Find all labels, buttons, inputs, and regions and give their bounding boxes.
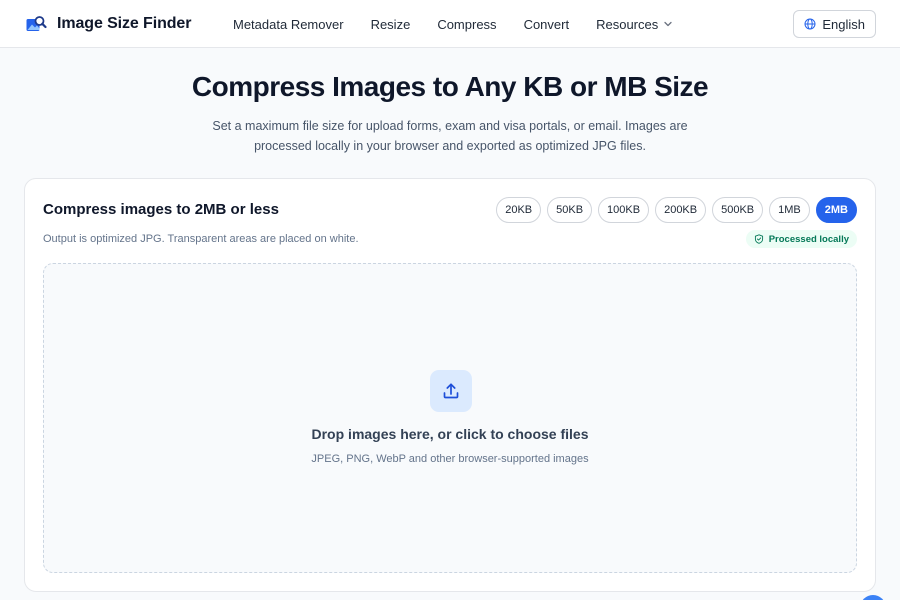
top-header: Image Size Finder Metadata Remover Resiz…	[0, 0, 900, 48]
nav-convert[interactable]: Convert	[524, 17, 570, 32]
file-dropzone[interactable]: Drop images here, or click to choose fil…	[43, 263, 857, 573]
nav-metadata-remover[interactable]: Metadata Remover	[233, 17, 344, 32]
processed-locally-badge: Processed locally	[745, 230, 857, 248]
nav-resources[interactable]: Resources	[596, 17, 673, 32]
nav-resources-label: Resources	[596, 16, 659, 32]
upload-icon	[443, 383, 459, 399]
dropzone-subtitle: JPEG, PNG, WebP and other browser-suppor…	[311, 453, 589, 465]
shield-check-icon	[754, 234, 763, 244]
page-subtitle: Set a maximum file size for upload forms…	[212, 119, 688, 153]
page-title: Compress Images to Any KB or MB Size	[191, 71, 709, 102]
size-chip-20kb[interactable]: 20KB	[496, 197, 542, 223]
compress-card: Compress images to 2MB or less Output is…	[24, 178, 876, 592]
globe-icon	[804, 18, 816, 30]
size-chip-group: 20KB 50KB 100KB 200KB 500KB 1MB 2MB	[496, 197, 857, 223]
nav-resize[interactable]: Resize	[371, 17, 411, 32]
card-title: Compress images to 2MB or less	[43, 201, 279, 218]
badge-label: Processed locally	[768, 233, 849, 245]
size-chip-1mb[interactable]: 1MB	[769, 197, 810, 223]
dropzone-title: Drop images here, or click to choose fil…	[311, 426, 589, 442]
size-chip-2mb[interactable]: 2MB	[815, 197, 857, 223]
size-chip-500kb[interactable]: 500KB	[712, 197, 764, 223]
image-search-logo-icon	[26, 15, 47, 31]
nav-compress[interactable]: Compress	[437, 17, 496, 32]
language-selector[interactable]: English	[793, 10, 876, 38]
size-chip-200kb[interactable]: 200KB	[655, 197, 707, 223]
brand-name: Image Size Finder	[57, 14, 192, 32]
upload-icon-box	[430, 370, 472, 412]
chevron-down-icon	[664, 21, 672, 27]
language-label: English	[822, 16, 865, 32]
brand[interactable]: Image Size Finder	[26, 15, 191, 33]
size-chip-100kb[interactable]: 100KB	[598, 197, 650, 223]
main-nav: Metadata Remover Resize Compress Convert…	[233, 0, 673, 48]
size-chip-50kb[interactable]: 50KB	[547, 197, 593, 223]
card-subtitle: Output is optimized JPG. Transparent are…	[43, 233, 359, 245]
floating-action-button[interactable]	[860, 595, 886, 600]
hero: Compress Images to Any KB or MB Size Set…	[0, 48, 900, 156]
